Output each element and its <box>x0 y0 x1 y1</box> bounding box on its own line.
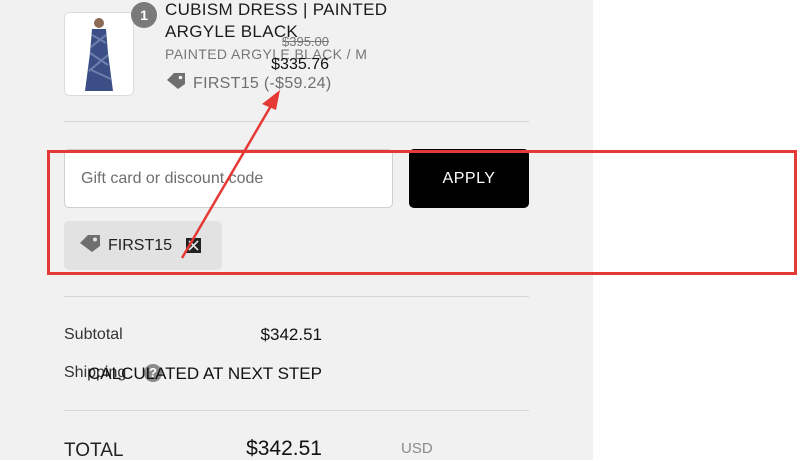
divider <box>64 296 529 297</box>
applied-code-label: FIRST15 <box>108 236 173 254</box>
applied-code-chip: FIRST15 <box>64 221 222 270</box>
order-summary-panel: 1 CUBISM DRESS | PAINTED ARGYLE BLACK PA… <box>0 0 593 461</box>
subtotal-value: $342.51 <box>260 325 322 344</box>
apply-button[interactable]: APPLY <box>409 149 529 208</box>
tag-icon <box>165 72 187 95</box>
currency-label: USD <box>401 440 433 457</box>
shipping-value: CALCULATED AT NEXT STEP <box>88 364 322 383</box>
product-variant: PAINTED ARGYLE BLACK / M <box>165 46 368 62</box>
line-item-discount-text: FIRST15 (-$59.24) <box>193 74 332 92</box>
tag-icon <box>78 233 102 258</box>
close-icon[interactable] <box>186 238 202 253</box>
total-value: $342.51 <box>246 437 322 460</box>
line-item-discount: FIRST15 (-$59.24) <box>165 72 331 95</box>
divider <box>64 410 529 411</box>
discount-code-input[interactable] <box>64 149 393 208</box>
quantity-badge: 1 <box>131 2 157 28</box>
subtotal-label: Subtotal <box>64 326 123 343</box>
original-price: $395.00 <box>282 34 329 49</box>
product-thumbnail <box>64 12 134 96</box>
total-label: TOTAL <box>64 440 124 461</box>
final-price: $335.76 <box>271 56 329 73</box>
divider <box>64 121 529 122</box>
